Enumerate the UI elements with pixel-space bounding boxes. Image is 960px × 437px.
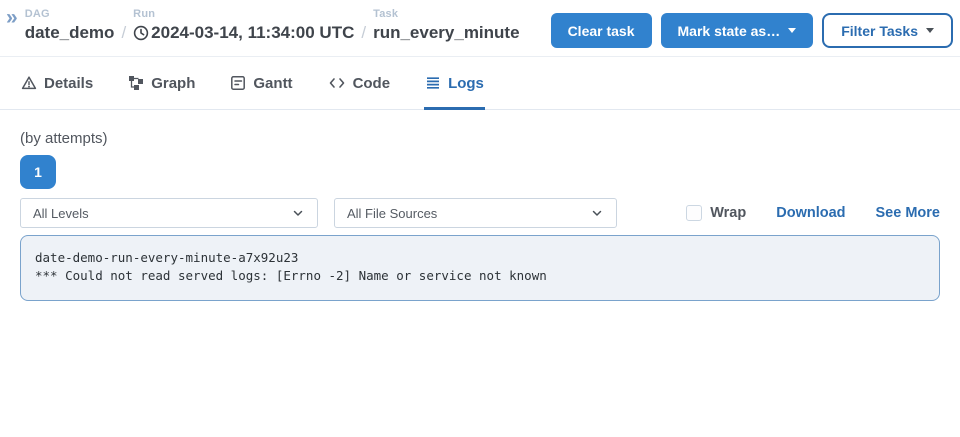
by-attempts-label: (by attempts): [20, 129, 940, 148]
double-chevron-icon[interactable]: »: [6, 8, 18, 28]
warning-triangle-icon: [21, 75, 37, 91]
attempt-1-button[interactable]: 1: [20, 155, 56, 189]
breadcrumb-separator: /: [361, 21, 366, 45]
task-actions: Clear task Mark state as… Filter Tasks: [551, 8, 953, 48]
logs-panel: (by attempts) 1 All Levels All File Sour…: [0, 110, 960, 301]
breadcrumb-dag[interactable]: DAG date_demo: [25, 8, 115, 45]
log-output-box[interactable]: date-demo-run-every-minute-a7x92u23 *** …: [20, 235, 940, 301]
caret-down-icon: [926, 28, 934, 33]
tab-logs[interactable]: Logs: [424, 57, 485, 109]
tab-gantt[interactable]: Gantt: [229, 57, 293, 109]
run-timestamp: 2024-03-14, 11:34:00 UTC: [151, 21, 354, 45]
tab-bar: Details Graph Gantt Code Logs: [0, 57, 960, 110]
tab-details[interactable]: Details: [20, 57, 94, 109]
breadcrumb-task-value[interactable]: run_every_minute: [373, 21, 519, 45]
download-link[interactable]: Download: [776, 205, 845, 221]
breadcrumb-separator: /: [121, 21, 126, 45]
filter-tasks-button[interactable]: Filter Tasks: [822, 13, 953, 48]
log-tools: Wrap Download See More: [686, 205, 940, 221]
breadcrumb-task-label: Task: [373, 8, 519, 21]
log-level-select[interactable]: All Levels: [20, 198, 318, 228]
see-more-link[interactable]: See More: [876, 205, 940, 221]
mark-state-as-button[interactable]: Mark state as…: [661, 13, 814, 48]
tab-graph-label: Graph: [151, 75, 195, 92]
tab-details-label: Details: [44, 75, 93, 92]
code-brackets-icon: [328, 75, 346, 91]
clock-icon: [133, 25, 149, 41]
tab-logs-label: Logs: [448, 75, 484, 92]
caret-down-icon: [788, 28, 796, 33]
file-source-select[interactable]: All File Sources: [334, 198, 617, 228]
breadcrumb-dag-label: DAG: [25, 8, 115, 21]
breadcrumb-dag-value[interactable]: date_demo: [25, 21, 115, 45]
mark-state-as-label: Mark state as…: [678, 23, 781, 39]
breadcrumb: DAG date_demo / Run 2024-03-14, 11:34:00…: [25, 8, 520, 45]
tab-gantt-label: Gantt: [253, 75, 292, 92]
clear-task-label: Clear task: [568, 23, 635, 39]
graph-nodes-icon: [128, 75, 144, 91]
filter-tasks-label: Filter Tasks: [841, 23, 918, 39]
gantt-chart-icon: [230, 75, 246, 91]
wrap-checkbox[interactable]: [686, 205, 702, 221]
log-line: date-demo-run-every-minute-a7x92u23: [35, 249, 925, 267]
chevron-down-icon: [590, 206, 604, 220]
log-lines-icon: [425, 75, 441, 91]
tab-code-label: Code: [353, 75, 391, 92]
breadcrumb-run[interactable]: Run 2024-03-14, 11:34:00 UTC: [133, 8, 354, 45]
tab-graph[interactable]: Graph: [127, 57, 196, 109]
breadcrumb-header: » DAG date_demo / Run 2024-03-14, 11:34:…: [0, 0, 960, 57]
file-source-select-value: All File Sources: [347, 206, 437, 221]
log-line: *** Could not read served logs: [Errno -…: [35, 267, 925, 285]
breadcrumb-run-label: Run: [133, 8, 354, 21]
breadcrumb-run-value[interactable]: 2024-03-14, 11:34:00 UTC: [133, 21, 354, 45]
chevron-down-icon: [291, 206, 305, 220]
clear-task-button[interactable]: Clear task: [551, 13, 652, 48]
log-level-select-value: All Levels: [33, 206, 89, 221]
wrap-toggle[interactable]: Wrap: [686, 205, 746, 221]
tab-code[interactable]: Code: [327, 57, 392, 109]
breadcrumb-task[interactable]: Task run_every_minute: [373, 8, 519, 45]
wrap-label: Wrap: [710, 205, 746, 221]
log-controls-row: All Levels All File Sources Wrap Downloa…: [20, 198, 940, 228]
